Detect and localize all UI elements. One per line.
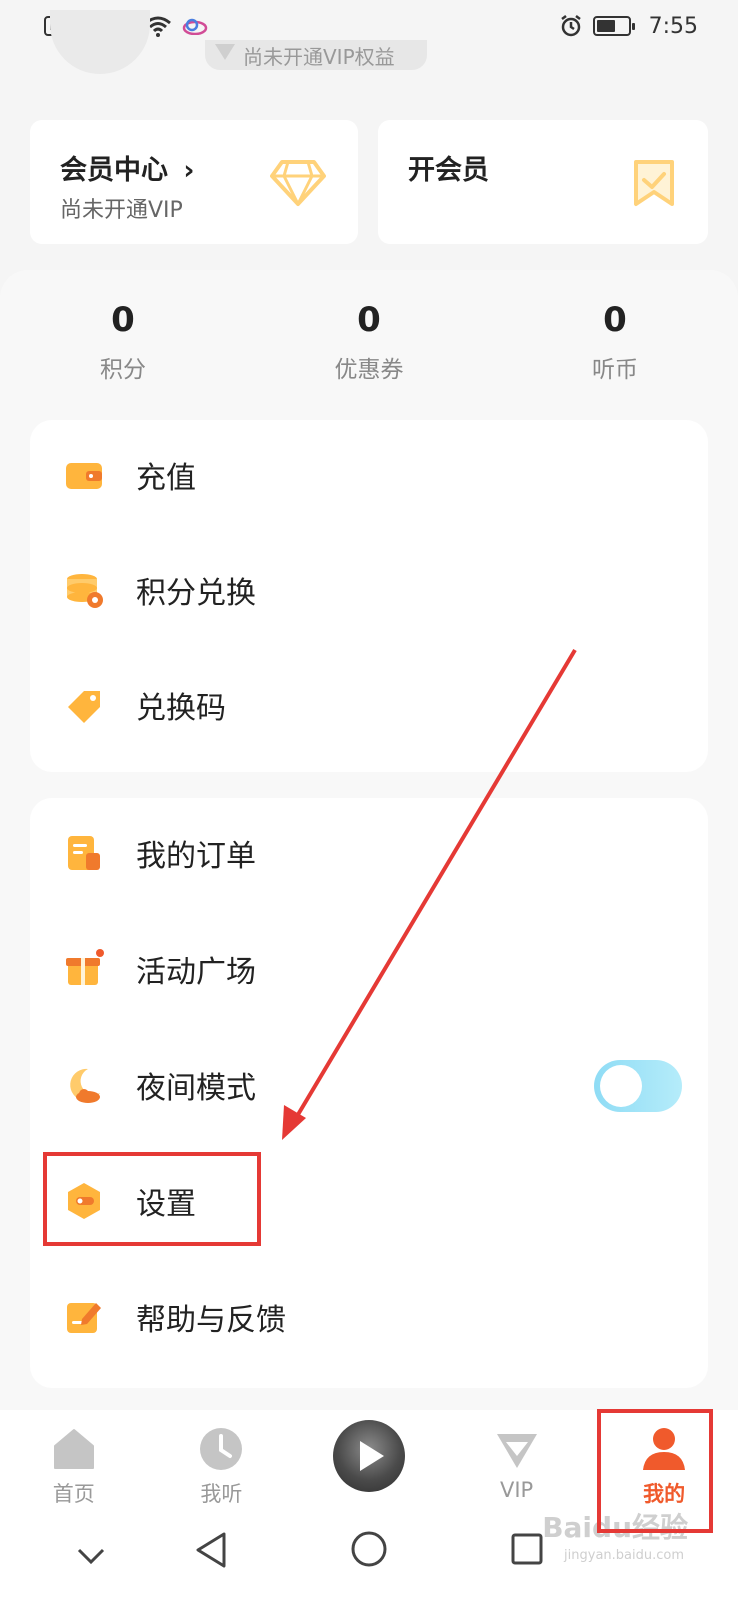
menu-item-label: 帮助与反馈 [136, 1303, 286, 1338]
avatar[interactable] [50, 10, 150, 74]
menu-item-night-mode[interactable]: 夜间模式 [30, 1030, 708, 1140]
mine-highlight-box [597, 1409, 713, 1533]
status-time: 7:55 [648, 13, 698, 39]
clock-icon [200, 1428, 243, 1470]
cloud-icon [182, 18, 207, 35]
battery-icon [592, 16, 635, 36]
nav-vip[interactable]: VIP [443, 1410, 591, 1520]
alarm-icon [560, 15, 581, 37]
gift-icon [66, 949, 104, 985]
open-membership-title: 开会员 [408, 155, 489, 186]
coins-icon [67, 574, 103, 608]
feedback-icon [67, 1303, 101, 1333]
nav-label: VIP [499, 1478, 534, 1502]
vip-icon [496, 1434, 537, 1468]
nav-listening[interactable]: 我听 [148, 1410, 296, 1520]
settings-highlight-box [43, 1152, 261, 1246]
watermark-url: jingyan.baidu.com [564, 1548, 684, 1563]
menu-item-label: 夜间模式 [136, 1071, 256, 1106]
menu-item-redeem-code[interactable]: 兑换码 [30, 650, 708, 760]
menu-group-general: 我的订单 活动广场 夜间模式 设置 帮助与反馈 [30, 798, 708, 1388]
stats-row: 0 积分 0 优惠券 0 听币 [0, 300, 738, 400]
menu-item-activity-square[interactable]: 活动广场 [30, 914, 708, 1024]
menu-item-label: 活动广场 [136, 955, 256, 990]
stat-value: 0 [357, 300, 381, 340]
back-icon[interactable] [194, 1530, 228, 1570]
menu-item-label: 充值 [136, 461, 196, 496]
menu-item-label: 积分兑换 [136, 576, 256, 611]
recents-icon[interactable] [510, 1532, 544, 1566]
menu-item-label: 我的订单 [136, 839, 256, 874]
vip-status-pill[interactable]: 尚未开通VIP权益 [205, 40, 427, 70]
chevron-right-icon: › [183, 155, 195, 186]
menu-item-label: 兑换码 [136, 691, 226, 726]
menu-item-recharge[interactable]: 充值 [30, 420, 708, 530]
diamond-icon [270, 160, 326, 206]
home-icon [53, 1429, 94, 1469]
nav-home[interactable]: 首页 [0, 1410, 148, 1520]
stat-coupons[interactable]: 0 优惠券 [269, 300, 469, 400]
member-center-title: 会员中心 › [60, 155, 195, 186]
home-circle-icon[interactable] [350, 1530, 388, 1568]
stat-coins[interactable]: 0 听币 [515, 300, 715, 400]
stat-value: 0 [111, 300, 135, 340]
menu-group-wallet: 充值 积分兑换 兑换码 [30, 420, 708, 772]
open-membership-card[interactable]: 开会员 [378, 120, 708, 244]
stat-value: 0 [603, 300, 627, 340]
toggle-knob [600, 1065, 642, 1107]
menu-item-points-exchange[interactable]: 积分兑换 [30, 535, 708, 645]
stat-points[interactable]: 0 积分 [23, 300, 223, 400]
menu-item-help-feedback[interactable]: 帮助与反馈 [30, 1262, 708, 1372]
moon-icon [70, 1068, 100, 1103]
menu-item-my-orders[interactable]: 我的订单 [30, 798, 708, 908]
stat-label: 听币 [592, 357, 638, 383]
order-icon [68, 836, 100, 870]
play-disc-icon [332, 1420, 405, 1492]
chevron-down-icon[interactable] [76, 1546, 106, 1566]
stat-label: 积分 [100, 357, 146, 383]
stat-label: 优惠券 [334, 357, 404, 383]
bookmark-icon [634, 160, 674, 206]
night-mode-toggle[interactable] [594, 1060, 682, 1112]
nav-label: 首页 [52, 1482, 95, 1506]
vip-mark-icon [215, 44, 235, 60]
tag-icon [68, 691, 100, 723]
nav-label: 我听 [200, 1482, 243, 1506]
member-center-card[interactable]: 会员中心 › 尚未开通VIP [30, 120, 358, 244]
nav-player[interactable] [295, 1410, 443, 1520]
wallet-icon [66, 463, 102, 489]
member-center-subtitle: 尚未开通VIP [60, 198, 183, 223]
vip-status-text: 尚未开通VIP权益 [243, 44, 395, 69]
